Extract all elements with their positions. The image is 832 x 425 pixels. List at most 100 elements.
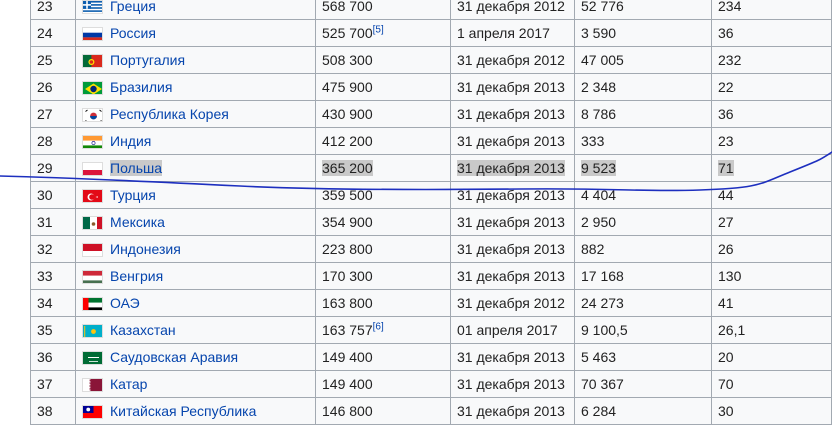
value-cell: 146 800: [315, 397, 451, 425]
country-link[interactable]: Индонезия: [110, 241, 181, 257]
percent-cell: 36: [711, 100, 832, 128]
per-capita-cell-text: 70 367: [581, 376, 624, 392]
country-name: Португалия: [110, 51, 186, 68]
percent-cell: 232: [711, 46, 832, 74]
value-cell: 149 400: [315, 343, 451, 371]
date-cell: 31 декабря 2013: [450, 235, 575, 263]
country-cell: Россия: [75, 19, 316, 47]
country-link[interactable]: Бразилия: [110, 79, 172, 95]
per-capita-cell: 70 367: [574, 370, 712, 398]
date-cell: 1 апреля 2017: [450, 19, 575, 47]
percent-cell-text: 71: [718, 160, 734, 176]
date-cell-text: 31 декабря 2013: [457, 349, 565, 365]
country-link[interactable]: Республика Корея: [110, 106, 229, 122]
russia-flag-icon: [82, 27, 103, 42]
date-cell: 31 декабря 2013: [450, 397, 575, 425]
country-link[interactable]: Россия: [110, 25, 156, 41]
rank-cell: 26: [30, 73, 76, 101]
percent-cell-text: 36: [718, 25, 734, 41]
value-cell: 163 800: [315, 289, 451, 317]
brazil-flag-icon: [82, 81, 103, 96]
percent-cell-text: 30: [718, 403, 734, 419]
rank-cell: 37: [30, 370, 76, 398]
date-cell-text: 31 декабря 2013: [457, 160, 565, 176]
per-capita-cell-text: 3 590: [581, 25, 617, 41]
value-text: 365 200: [322, 160, 373, 176]
portugal-flag-icon: [82, 54, 103, 69]
date-cell: 31 декабря 2013: [450, 127, 575, 155]
rank-cell: 25: [30, 46, 76, 74]
greece-flag-icon: [82, 0, 103, 15]
country-link[interactable]: Португалия: [110, 52, 185, 68]
country-link[interactable]: Саудовская Аравия: [110, 349, 238, 365]
table-row: 37 Катар 149 400 31 декабря 2013 70 367 70: [30, 370, 832, 398]
per-capita-cell: 24 273: [574, 289, 712, 317]
date-cell: 31 декабря 2013: [450, 181, 575, 209]
table-row: 27 Республика Корея 430 900 31 декабря 2013…: [30, 100, 832, 128]
country-link[interactable]: Турция: [110, 187, 156, 203]
date-cell-text: 31 декабря 2013: [457, 241, 565, 257]
date-cell: 31 декабря 2013: [450, 208, 575, 236]
turkey-flag-icon: [82, 189, 103, 204]
country-name: Саудовская Аравия: [110, 348, 239, 365]
value-cell: 354 900: [315, 208, 451, 236]
per-capita-cell-text: 52 776: [581, 0, 624, 14]
table-row: 23 Греция 568 700 31 декабря 2012 52 776 234: [30, 0, 832, 20]
date-cell-text: 31 декабря 2012: [457, 52, 565, 68]
per-capita-cell: 8 786: [574, 100, 712, 128]
per-capita-cell: 17 168: [574, 262, 712, 290]
table-body: 23 Греция 568 700 31 декабря 2012 52 776 234 2…: [30, 0, 832, 425]
country-cell: Китайская Республика: [75, 397, 316, 425]
per-capita-cell-text: 2 950: [581, 214, 617, 230]
percent-cell: 44: [711, 181, 832, 209]
per-capita-cell: 333: [574, 127, 712, 155]
per-capita-cell-text: 882: [581, 241, 605, 257]
per-capita-cell-text: 9 523: [581, 160, 617, 176]
country-link[interactable]: Катар: [110, 376, 147, 392]
percent-cell-text: 26: [718, 241, 734, 257]
country-cell: Индонезия: [75, 235, 316, 263]
date-cell-text: 31 декабря 2013: [457, 376, 565, 392]
percent-cell: 22: [711, 73, 832, 101]
table-row: 34 ОАЭ 163 800 31 декабря 2012 24 273 41: [30, 289, 832, 317]
percent-cell: 36: [711, 19, 832, 47]
value-cell: 475 900: [315, 73, 451, 101]
value-text: 354 900: [322, 214, 373, 230]
country-cell: Катар: [75, 370, 316, 398]
date-cell-text: 31 декабря 2013: [457, 79, 565, 95]
country-name: ОАЭ: [110, 294, 140, 311]
rank-cell: 24: [30, 19, 76, 47]
rank-cell: 36: [30, 343, 76, 371]
country-link[interactable]: Польша: [110, 159, 163, 176]
percent-cell: 26,1: [711, 316, 832, 344]
reference-link[interactable]: [5]: [373, 24, 384, 35]
value-text: 359 500: [322, 187, 373, 203]
country-link[interactable]: ОАЭ: [110, 295, 140, 311]
country-link[interactable]: Китайская Республика: [110, 403, 256, 419]
country-link[interactable]: Венгрия: [110, 268, 163, 284]
table-row: 28 Индия 412 200 31 декабря 2013 333 23: [30, 127, 832, 155]
value-text: 163 757: [322, 322, 373, 338]
percent-cell: 27: [711, 208, 832, 236]
reference-link[interactable]: [6]: [373, 321, 384, 332]
country-cell: Саудовская Аравия: [75, 343, 316, 371]
percent-cell: 234: [711, 0, 832, 20]
percent-cell-text: 26,1: [718, 322, 746, 338]
country-link[interactable]: Греция: [110, 0, 156, 14]
country-link[interactable]: Индия: [110, 133, 151, 149]
country-name: Китайская Республика: [110, 402, 257, 419]
table-row: 32 Индонезия 223 800 31 декабря 2013 882 26: [30, 235, 832, 263]
country-cell: Польша: [75, 154, 316, 182]
country-cell: Турция: [75, 181, 316, 209]
country-link[interactable]: Казахстан: [110, 322, 176, 338]
value-text: 223 800: [322, 241, 373, 257]
country-link[interactable]: Мексика: [110, 214, 165, 230]
table-row: 30 Турция 359 500 31 декабря 2013 4 404 44: [30, 181, 832, 209]
country-cell: Португалия: [75, 46, 316, 74]
date-cell-text: 31 декабря 2013: [457, 214, 565, 230]
percent-cell-text: 20: [718, 349, 734, 365]
country-name: Индия: [110, 132, 152, 149]
value-cell: 359 500: [315, 181, 451, 209]
per-capita-cell: 9 523: [574, 154, 712, 182]
mexico-flag-icon: [82, 216, 103, 231]
